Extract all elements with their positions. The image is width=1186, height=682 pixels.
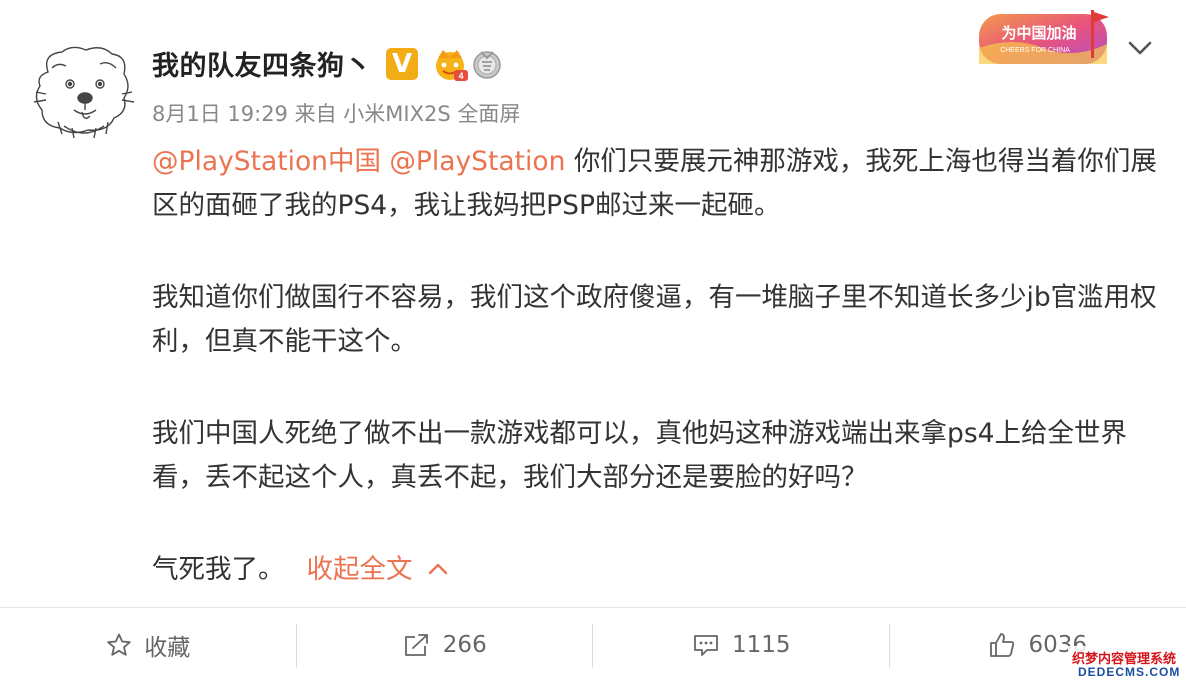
banner-subtitle: CHEERS FOR CHINA — [1000, 47, 1070, 54]
comment-button[interactable]: 1115 — [593, 608, 890, 682]
comment-icon — [694, 635, 718, 656]
post-paragraph-1: @PlayStation中国 @PlayStation 你们只要展元神那游戏，我… — [152, 140, 1162, 228]
source-device[interactable]: 小米MIX2S 全面屏 — [343, 102, 520, 126]
medal-icon[interactable] — [472, 48, 502, 80]
watermark-line-2: DEDECMS.COM — [1078, 665, 1181, 679]
user-avatar[interactable] — [28, 42, 138, 142]
post-paragraph-2: 我知道你们做国行不容易，我们这个政府傻逼，有一堆脑子里不知道长多少jb官滥用权利… — [152, 282, 1157, 357]
username[interactable]: 我的队友四条狗丶 — [152, 44, 372, 83]
post-content: @PlayStation中国 @PlayStation 你们只要展元神那游戏，我… — [152, 140, 1162, 592]
paragraph-4-text: 气死我了。 — [152, 554, 285, 585]
repost-count: 266 — [442, 632, 487, 658]
collapse-text-link[interactable]: 收起全文 — [307, 554, 413, 585]
chevron-up-icon[interactable] — [427, 560, 449, 576]
verified-v-icon[interactable]: V — [386, 48, 418, 80]
site-watermark: 织梦内容管理系统 DEDECMS.COM — [1068, 646, 1186, 682]
post-paragraph-3: 我们中国人死绝了做不出一款游戏都可以，真他妈这种游戏端出来拿ps4上给全世界看，… — [152, 418, 1127, 493]
banner-title: 为中国加油 — [1001, 24, 1076, 42]
post-time[interactable]: 8月1日 19:29 — [152, 102, 288, 126]
favorite-button[interactable]: 收藏 — [0, 608, 297, 682]
favorite-label: 收藏 — [144, 635, 191, 661]
post-meta: 8月1日 19:29 来自 小米MIX2S 全面屏 — [152, 98, 520, 128]
cheers-for-china-banner[interactable]: 为中国加油 CHEERS FOR CHINA — [973, 8, 1113, 68]
share-icon — [404, 634, 428, 656]
svg-text:4: 4 — [458, 71, 463, 81]
thumbs-up-icon — [990, 633, 1015, 657]
star-icon — [107, 633, 131, 656]
mention-playstation-china[interactable]: @PlayStation中国 — [152, 146, 381, 177]
source-prefix: 来自 — [294, 102, 337, 126]
vip-crown-icon[interactable]: 4 — [430, 44, 470, 82]
chevron-down-icon[interactable] — [1126, 34, 1154, 62]
repost-button[interactable]: 266 — [297, 608, 593, 682]
post-paragraph-4: 气死我了。 收起全文 — [152, 548, 1162, 592]
comment-count: 1115 — [731, 632, 791, 658]
action-bar: 收藏 266 1115 6036 — [0, 608, 1186, 682]
mention-playstation[interactable]: @PlayStation — [389, 146, 565, 177]
